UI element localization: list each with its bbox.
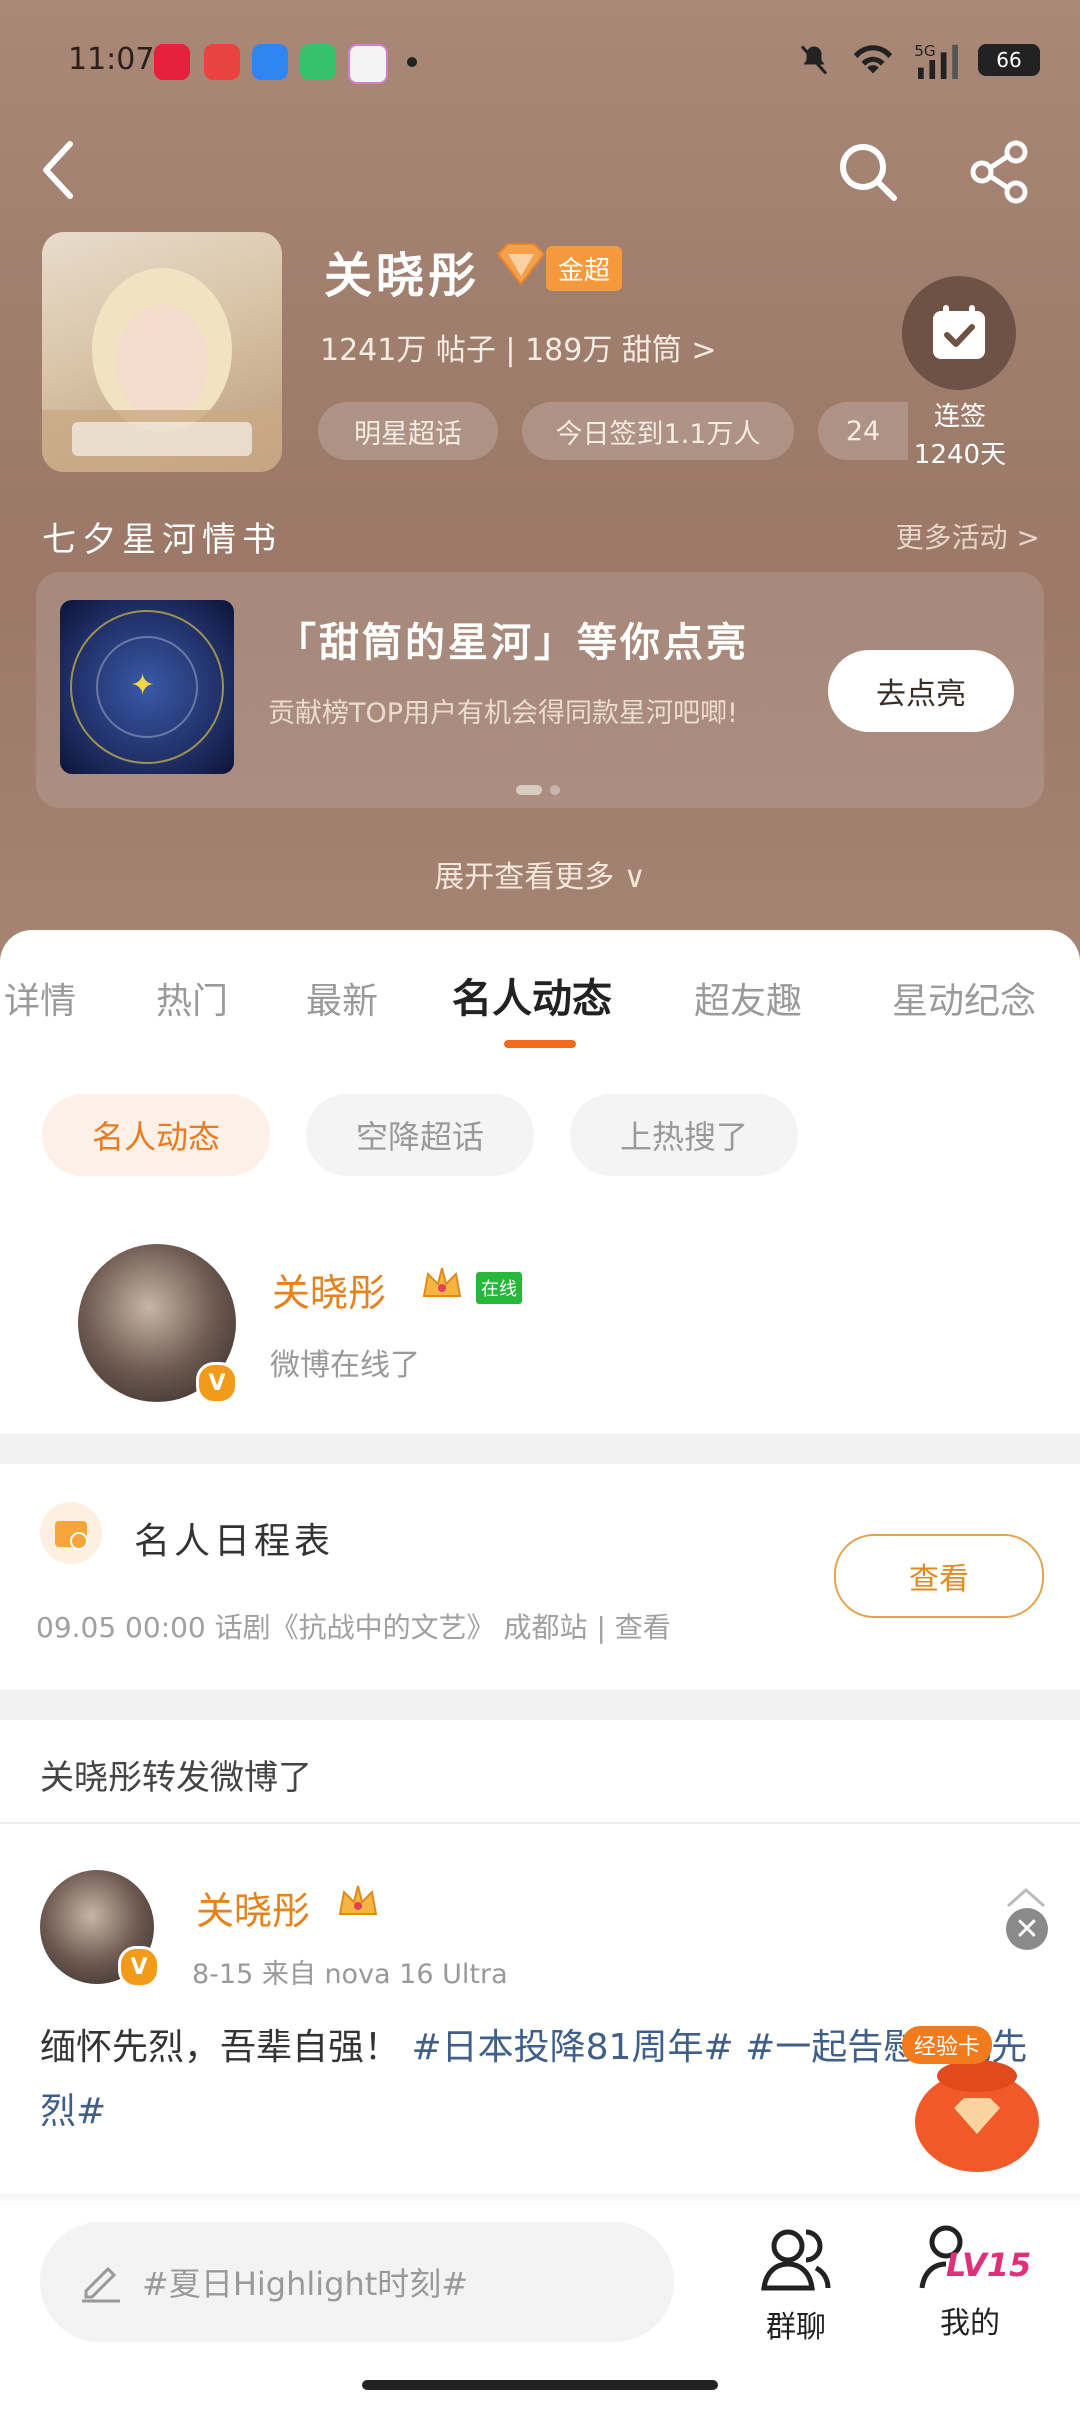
status-icons: 5G 66 <box>796 40 1040 80</box>
divider <box>0 1822 1080 1824</box>
topic-cover-image[interactable] <box>42 232 282 472</box>
tab-hot[interactable]: 热门 <box>156 972 228 1024</box>
pill-star-topic[interactable]: 明星超话 <box>318 402 498 460</box>
celebrity-name[interactable]: 关晓彤 <box>272 1262 386 1317</box>
active-tab-indicator <box>504 1040 576 1048</box>
mine-nav[interactable]: LV15 我的 <box>910 2218 1032 2342</box>
composer-placeholder: #夏日Highlight时刻# <box>142 2265 469 2303</box>
divider <box>0 1690 1080 1720</box>
close-icon[interactable]: ✕ <box>1006 1908 1048 1950</box>
schedule-icon <box>40 1502 102 1564</box>
chip-airdrop-topic[interactable]: 空降超话 <box>306 1094 534 1176</box>
online-badge: 在线 <box>476 1272 522 1304</box>
post-text-body: 缅怀先烈，吾辈自强！ <box>40 2027 401 2068</box>
status-time: 11:07 <box>68 42 155 77</box>
expand-more-link[interactable]: 展开查看更多 ∨ <box>0 852 1080 896</box>
pill-checkin-count[interactable]: 今日签到1.1万人 <box>522 402 794 460</box>
promo-image: ✦ <box>60 600 234 774</box>
activity-section-title: 七夕星河情书 <box>42 520 282 560</box>
experience-card-label: 经验卡 <box>902 2026 993 2064</box>
more-notifications-dot <box>407 57 417 67</box>
chip-celebrity-updates[interactable]: 名人动态 <box>42 1094 270 1176</box>
signal-icon: 5G <box>914 42 958 79</box>
view-schedule-button[interactable]: 查看 <box>834 1534 1044 1618</box>
wifi-icon <box>853 45 893 74</box>
promo-description: 贡献榜TOP用户有机会得同款星河吧唧! <box>268 698 738 729</box>
tab-super-fans[interactable]: 超友趣 <box>694 972 802 1024</box>
experience-card-float[interactable]: 经验卡 <box>902 2026 1052 2176</box>
tab-latest[interactable]: 最新 <box>306 972 378 1024</box>
level-badge: LV15 <box>946 2246 1032 2284</box>
tab-star-memorial[interactable]: 星动纪念 <box>892 972 1080 1024</box>
mute-icon <box>800 45 828 75</box>
verified-badge-icon: V <box>118 1946 160 1988</box>
dismiss-chevron-icon[interactable] <box>1004 1886 1048 1910</box>
pill-more[interactable]: 24 <box>818 402 908 460</box>
topic-header <box>0 0 1080 960</box>
light-up-button[interactable]: 去点亮 <box>828 650 1014 732</box>
crown-icon <box>338 1885 378 1915</box>
crown-icon <box>422 1267 462 1297</box>
more-activities-link[interactable]: 更多活动 > <box>896 516 1040 556</box>
divider <box>0 1434 1080 1464</box>
online-status: 微博在线了 <box>270 1348 420 1383</box>
carousel-dot-active <box>516 785 542 795</box>
tab-celebrity-updates[interactable]: 名人动态 <box>452 966 612 1024</box>
promo-title: 「甜筒的星河」等你点亮 <box>276 620 749 666</box>
chip-trending[interactable]: 上热搜了 <box>570 1094 798 1176</box>
schedule-detail[interactable]: 09.05 00:00 话剧《抗战中的文艺》 成都站 | 查看 <box>36 1606 671 1646</box>
back-icon[interactable] <box>40 140 76 200</box>
checkin-label: 连签 <box>933 402 986 432</box>
notification-app-icon <box>348 44 388 84</box>
schedule-title: 名人日程表 <box>134 1521 335 1562</box>
notification-app-icon <box>300 44 336 80</box>
carousel-dot <box>550 785 560 795</box>
calendar-check-icon <box>933 305 985 359</box>
verified-badge-icon: V <box>196 1362 238 1404</box>
post-text[interactable]: 缅怀先烈，吾辈自强！ #日本投降81周年# #一起告慰抗战先烈# <box>40 2016 1040 2144</box>
home-indicator[interactable] <box>362 2380 718 2390</box>
post-meta: 8-15 来自 nova 16 Ultra <box>192 1959 508 1990</box>
group-chat-icon <box>761 2229 831 2291</box>
mine-label: 我的 <box>940 2306 1000 2341</box>
svg-text:5G: 5G <box>914 42 935 60</box>
tab-details[interactable]: 详情 <box>4 972 76 1024</box>
notification-app-icon <box>252 44 288 80</box>
topic-stats[interactable]: 1241万 帖子 | 189万 甜筒 > <box>320 325 717 369</box>
post-author-name[interactable]: 关晓彤 <box>196 1880 310 1935</box>
checkin-days: 1240天 <box>913 440 1007 470</box>
checkin-button[interactable] <box>902 276 1016 390</box>
super-topic-level-badge: 金超 <box>546 246 623 291</box>
group-chat-label: 群聊 <box>766 2310 826 2345</box>
hashtag-link[interactable]: #日本投降81周年# <box>411 2027 733 2068</box>
bottom-bar-shadow <box>0 2194 1080 2208</box>
notification-app-icon <box>204 44 240 80</box>
topic-title: 关晓彤 <box>324 248 481 304</box>
diamond-level-icon <box>496 243 546 286</box>
checkin-streak: 连签 1240天 <box>900 398 1020 474</box>
notification-app-icon <box>154 44 190 80</box>
svg-text:✦: ✦ <box>130 668 155 703</box>
battery-indicator: 66 <box>978 44 1040 76</box>
search-icon[interactable] <box>836 140 900 204</box>
group-chat-nav[interactable]: 群聊 <box>746 2218 846 2346</box>
pencil-icon <box>82 2266 120 2303</box>
composer-input[interactable]: #夏日Highlight时刻# <box>40 2222 674 2342</box>
repost-notice: 关晓彤转发微博了 <box>40 1758 312 1798</box>
share-icon[interactable] <box>968 140 1032 204</box>
